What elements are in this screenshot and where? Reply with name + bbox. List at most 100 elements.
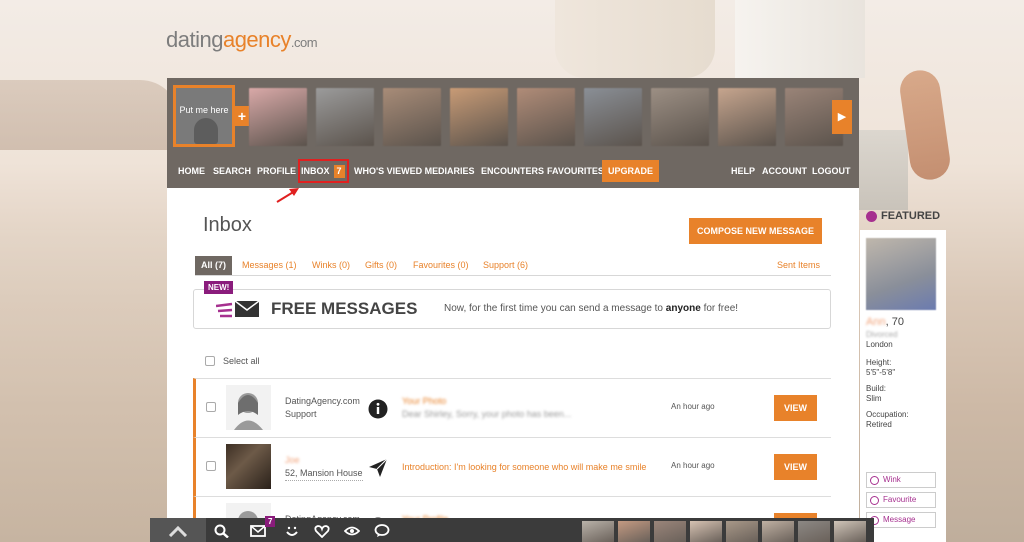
wink-button[interactable]: Wink — [866, 472, 936, 488]
featured-member-photo[interactable] — [866, 238, 936, 310]
online-member-thumbnail[interactable] — [582, 521, 614, 542]
view-button[interactable]: VIEW — [774, 395, 817, 421]
message-checkbox[interactable] — [206, 461, 216, 471]
inbox-count-badge: 7 — [333, 165, 345, 178]
free-messages-description: Now, for the first time you can send a m… — [444, 303, 739, 314]
sender-photo[interactable] — [226, 444, 271, 489]
support-avatar-icon — [226, 385, 271, 430]
member-thumbnail[interactable] — [517, 88, 575, 146]
member-thumbnail[interactable] — [584, 88, 642, 146]
page-title: Inbox — [203, 214, 252, 236]
smiley-icon[interactable] — [284, 524, 300, 538]
message-time: An hour ago — [671, 402, 715, 411]
online-member-thumbnail[interactable] — [798, 521, 830, 542]
member-thumbnail[interactable] — [718, 88, 776, 146]
tab-all[interactable]: All (7) — [195, 256, 233, 275]
message-time: An hour ago — [671, 461, 715, 470]
toolbar-home-button[interactable] — [150, 518, 206, 542]
nav-search[interactable]: SEARCH — [213, 154, 251, 188]
online-member-thumbnail[interactable] — [834, 521, 866, 542]
nav-upgrade-button[interactable]: UPGRADE — [602, 160, 660, 182]
bg-figure-left — [555, 0, 715, 78]
message-subject[interactable]: Introduction: I'm looking for someone wh… — [402, 461, 646, 474]
search-icon[interactable] — [214, 524, 230, 538]
featured-member-name[interactable]: Ann, 70 — [866, 316, 904, 328]
featured-member-city: London — [866, 340, 893, 349]
nav-home[interactable]: HOME — [178, 154, 205, 188]
nav-profile[interactable]: PROFILE — [257, 154, 296, 188]
chevron-up-icon — [168, 525, 188, 537]
red-arrow-icon — [276, 188, 299, 203]
chat-bubble-icon[interactable] — [374, 524, 390, 538]
bottom-toolbar: 7 — [150, 516, 874, 542]
paper-plane-icon — [369, 458, 388, 477]
nav-whos-viewed-me[interactable]: WHO'S VIEWED ME — [354, 154, 438, 188]
nav-diaries[interactable]: DIARIES — [438, 154, 475, 188]
message-row[interactable]: DatingAgency.com Support Your Photo Dear… — [193, 378, 831, 437]
tab-support[interactable]: Support (6) — [483, 256, 528, 275]
site-logo[interactable]: datingagency.com — [166, 27, 318, 53]
nav-favourites[interactable]: FAVOURITES — [547, 154, 604, 188]
online-member-thumbnail[interactable] — [726, 521, 758, 542]
bg-figure-right — [735, 0, 865, 78]
user-silhouette-icon — [194, 118, 218, 144]
nav-help[interactable]: HELP — [731, 154, 755, 188]
select-all-checkbox[interactable] — [205, 356, 215, 366]
free-messages-title: FREE MESSAGES — [271, 299, 418, 318]
featured-build: Build: Slim — [866, 384, 887, 403]
message-sender[interactable]: Joe 52, Mansion House — [285, 454, 363, 481]
featured-member-subtitle: Divorced — [866, 330, 898, 339]
member-thumbnail[interactable] — [651, 88, 709, 146]
online-member-thumbnail[interactable] — [654, 521, 686, 542]
envelope-icon — [216, 300, 260, 318]
nav-account[interactable]: ACCOUNT — [762, 154, 807, 188]
online-member-thumbnail[interactable] — [690, 521, 722, 542]
mail-icon[interactable] — [250, 524, 266, 538]
main-container: Put me here + ▶ HOME SEARCH PROFILE INBO… — [167, 78, 859, 542]
message-sender[interactable]: DatingAgency.com Support — [285, 395, 360, 421]
favourite-button[interactable]: Favourite — [866, 492, 936, 508]
member-photo-strip: Put me here + ▶ — [167, 78, 859, 154]
online-member-thumbnail[interactable] — [762, 521, 794, 542]
member-thumbnail[interactable] — [316, 88, 374, 146]
member-thumbnail[interactable] — [450, 88, 508, 146]
message-row[interactable]: Joe 52, Mansion House Introduction: I'm … — [193, 437, 831, 496]
member-thumbnail[interactable] — [249, 88, 307, 146]
tab-winks[interactable]: Winks (0) — [312, 256, 350, 275]
message-checkbox[interactable] — [206, 402, 216, 412]
featured-member-panel: Ann, 70 Divorced London Height: 5'5"-5'8… — [860, 230, 946, 542]
featured-height: Height: 5'5"-5'8" — [866, 358, 896, 377]
inbox-tabs: All (7) Messages (1) Winks (0) Gifts (0)… — [195, 256, 831, 276]
compose-new-message-button[interactable]: COMPOSE NEW MESSAGE — [689, 218, 822, 244]
bg-leg — [858, 130, 908, 210]
heart-icon[interactable] — [314, 524, 330, 538]
info-icon — [368, 399, 388, 419]
free-messages-banner: NEW! FREE MESSAGES Now, for the first ti… — [193, 281, 831, 329]
bg-sand — [0, 230, 180, 542]
select-all[interactable]: Select all — [205, 356, 260, 366]
message-button[interactable]: Message — [866, 512, 936, 528]
message-subject[interactable]: Your Photo Dear Shirley, Sorry, your pho… — [402, 395, 571, 421]
tab-messages[interactable]: Messages (1) — [242, 256, 297, 275]
heart-icon — [870, 495, 879, 505]
member-thumbnail[interactable] — [383, 88, 441, 146]
sent-items-link[interactable]: Sent Items — [777, 256, 820, 275]
mail-count-badge: 7 — [265, 516, 276, 527]
wink-icon — [870, 475, 879, 485]
featured-icon — [866, 210, 877, 222]
put-me-here-button[interactable]: Put me here — [173, 85, 235, 147]
bg-sea — [0, 80, 180, 150]
add-photo-plus-icon[interactable]: + — [235, 106, 249, 126]
nav-logout[interactable]: LOGOUT — [812, 154, 851, 188]
new-badge: NEW! — [204, 281, 234, 294]
next-arrow-icon[interactable]: ▶ — [832, 100, 852, 134]
tab-gifts[interactable]: Gifts (0) — [365, 256, 397, 275]
nav-inbox[interactable]: INBOX 7 — [301, 154, 345, 188]
online-member-thumbnail[interactable] — [618, 521, 650, 542]
main-nav: HOME SEARCH PROFILE INBOX 7 WHO'S VIEWED … — [167, 154, 859, 188]
featured-occupation: Occupation: Retired — [866, 410, 909, 429]
tab-favourites[interactable]: Favourites (0) — [413, 256, 469, 275]
view-button[interactable]: VIEW — [774, 454, 817, 480]
eye-icon[interactable] — [344, 524, 360, 538]
nav-encounters[interactable]: ENCOUNTERS — [481, 154, 544, 188]
